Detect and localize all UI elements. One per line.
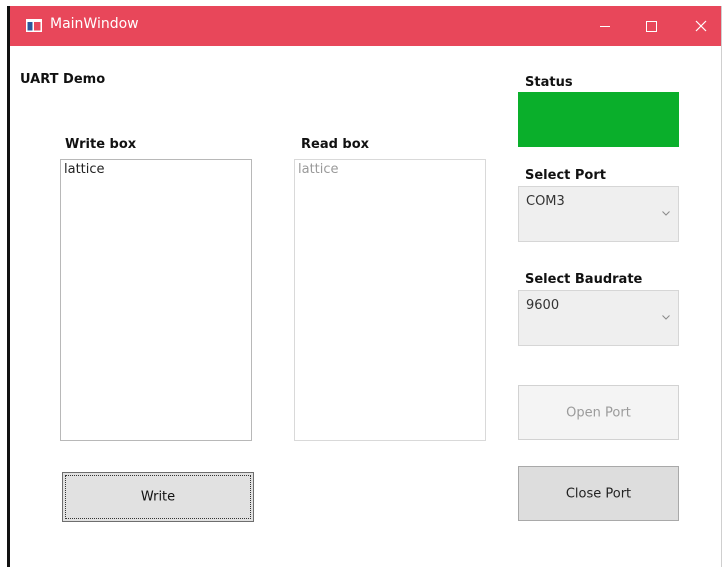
- maximize-icon: [646, 21, 657, 32]
- write-button[interactable]: Write: [62, 472, 254, 522]
- chevron-down-icon: [662, 211, 670, 216]
- minimize-button[interactable]: [583, 6, 627, 46]
- status-label: Status: [525, 75, 573, 90]
- window-title: MainWindow: [50, 16, 139, 32]
- chevron-down-icon: [662, 315, 670, 320]
- read-box-label: Read box: [301, 137, 370, 152]
- open-port-button[interactable]: Open Port: [518, 385, 679, 440]
- select-baudrate-label: Select Baudrate: [525, 272, 643, 287]
- close-port-button[interactable]: Close Port: [518, 466, 679, 521]
- port-select-value: COM3: [526, 194, 565, 209]
- title-bar[interactable]: MainWindow: [10, 6, 721, 46]
- baudrate-select-value: 9600: [526, 298, 560, 313]
- baudrate-select[interactable]: 9600: [518, 290, 679, 346]
- main-window: MainWindow UART Demo Write box Read box …: [7, 6, 722, 567]
- write-button-label: Write: [140, 489, 176, 505]
- app-window-icon: [26, 19, 42, 32]
- minimize-icon: [600, 26, 610, 27]
- write-box-label: Write box: [65, 137, 137, 152]
- app-heading: UART Demo: [20, 72, 106, 87]
- close-port-button-label: Close Port: [565, 486, 632, 501]
- close-icon: [695, 20, 707, 32]
- write-box-input[interactable]: [60, 159, 252, 441]
- port-select[interactable]: COM3: [518, 186, 679, 242]
- open-port-button-label: Open Port: [566, 405, 631, 420]
- select-port-label: Select Port: [525, 168, 606, 183]
- status-indicator: [518, 92, 679, 147]
- maximize-button[interactable]: [629, 6, 673, 46]
- close-button[interactable]: [679, 6, 723, 46]
- read-box-output[interactable]: [294, 159, 486, 441]
